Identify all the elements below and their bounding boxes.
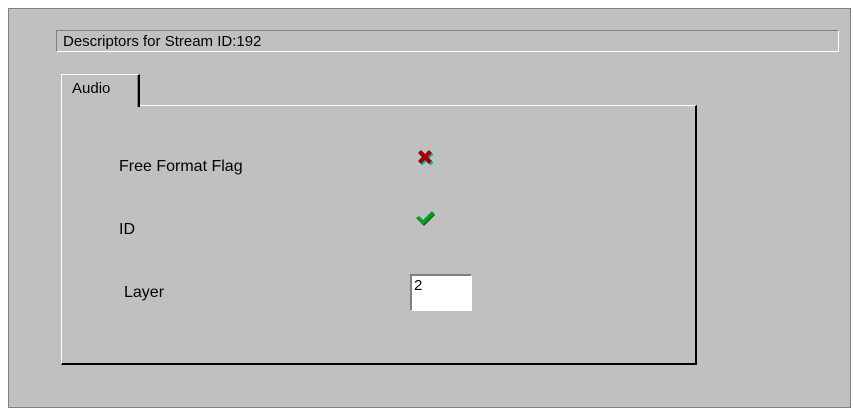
tab-audio-label: Audio — [72, 80, 111, 97]
layer-input[interactable]: 2 — [410, 274, 472, 311]
layer-label: Layer — [124, 284, 165, 301]
audio-tab-panel — [61, 105, 697, 365]
check-icon — [413, 206, 437, 230]
stream-header-title: Descriptors for Stream ID:192 — [63, 33, 262, 50]
cross-icon — [413, 146, 437, 170]
free-format-flag-label: Free Format Flag — [119, 158, 243, 175]
tab-audio[interactable]: Audio — [61, 74, 140, 107]
id-label: ID — [119, 221, 135, 238]
stream-header-bar: Descriptors for Stream ID:192 — [56, 30, 839, 52]
